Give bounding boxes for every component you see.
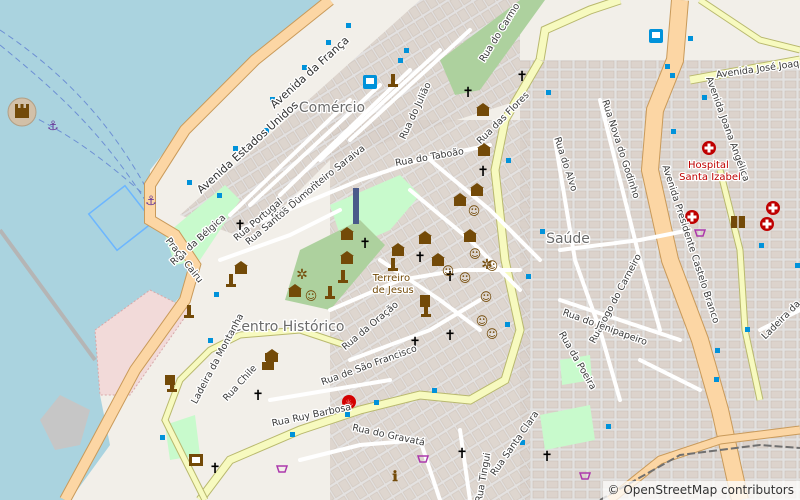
- theatre-icon: ☺: [459, 271, 472, 285]
- library-icon[interactable]: [731, 216, 745, 228]
- place-label-line: de Jesus: [372, 285, 414, 296]
- map-attribution[interactable]: © OpenStreetMap contributors: [602, 481, 800, 500]
- map-canvas[interactable]: ⚓ ⚓ ✝ ✝ ✝ ✝ ✝ ✝ ✝ ✝ ✝ ✝ ✝ ✝ ✝ ☺ ☺ ☺ ☺ ☺ …: [0, 0, 800, 500]
- place-label-line: Hospital: [688, 160, 729, 171]
- anchor-icon[interactable]: ⚓: [47, 119, 59, 134]
- place-label-terreiro: Terreiro de Jesus: [372, 273, 414, 296]
- church-icon: ✝: [516, 69, 528, 85]
- church-icon: ✝: [477, 164, 489, 180]
- elevador-lacerda[interactable]: [353, 188, 359, 224]
- hospital-icon[interactable]: [766, 201, 780, 215]
- theatre-icon: ☺: [305, 289, 318, 303]
- anchor-icon[interactable]: ⚓: [145, 194, 157, 209]
- theatre-icon: ☺: [476, 314, 489, 328]
- cinema-icon[interactable]: [189, 454, 203, 466]
- church-icon: ✝: [456, 446, 468, 462]
- district-label-saude: Saúde: [546, 231, 590, 247]
- viewpoint-icon[interactable]: ✲: [481, 257, 493, 273]
- church-icon: ✝: [462, 85, 474, 101]
- place-label-line: Santa Izabel: [679, 172, 741, 183]
- church-icon: ✝: [252, 388, 264, 404]
- viewpoint-icon[interactable]: ✲: [296, 267, 308, 283]
- district-label-centro-historico: Centro Histórico: [232, 319, 345, 335]
- theatre-icon: ☺: [486, 327, 499, 341]
- church-icon: ✝: [209, 461, 221, 477]
- place-label-line: Terreiro: [372, 273, 410, 284]
- church-icon: ✝: [414, 250, 426, 266]
- bus-stop-icon[interactable]: [363, 75, 377, 89]
- bus-stop-icon[interactable]: [649, 29, 663, 43]
- place-label-hospital: Hospital Santa Izabel: [679, 160, 741, 183]
- fort-icon[interactable]: [7, 97, 37, 127]
- information-icon[interactable]: ℹ: [392, 469, 398, 485]
- church-icon: ✝: [359, 236, 371, 252]
- theatre-icon: ☺: [469, 247, 482, 261]
- hospital-icon[interactable]: [760, 217, 774, 231]
- district-label-comercio: Comércio: [299, 100, 365, 116]
- theatre-icon: ☺: [442, 264, 455, 278]
- theatre-icon: ☺: [480, 290, 493, 304]
- church-icon: ✝: [444, 328, 456, 344]
- hospital-icon[interactable]: [702, 141, 716, 155]
- church-icon: ✝: [541, 449, 553, 465]
- theatre-icon: ☺: [468, 204, 481, 218]
